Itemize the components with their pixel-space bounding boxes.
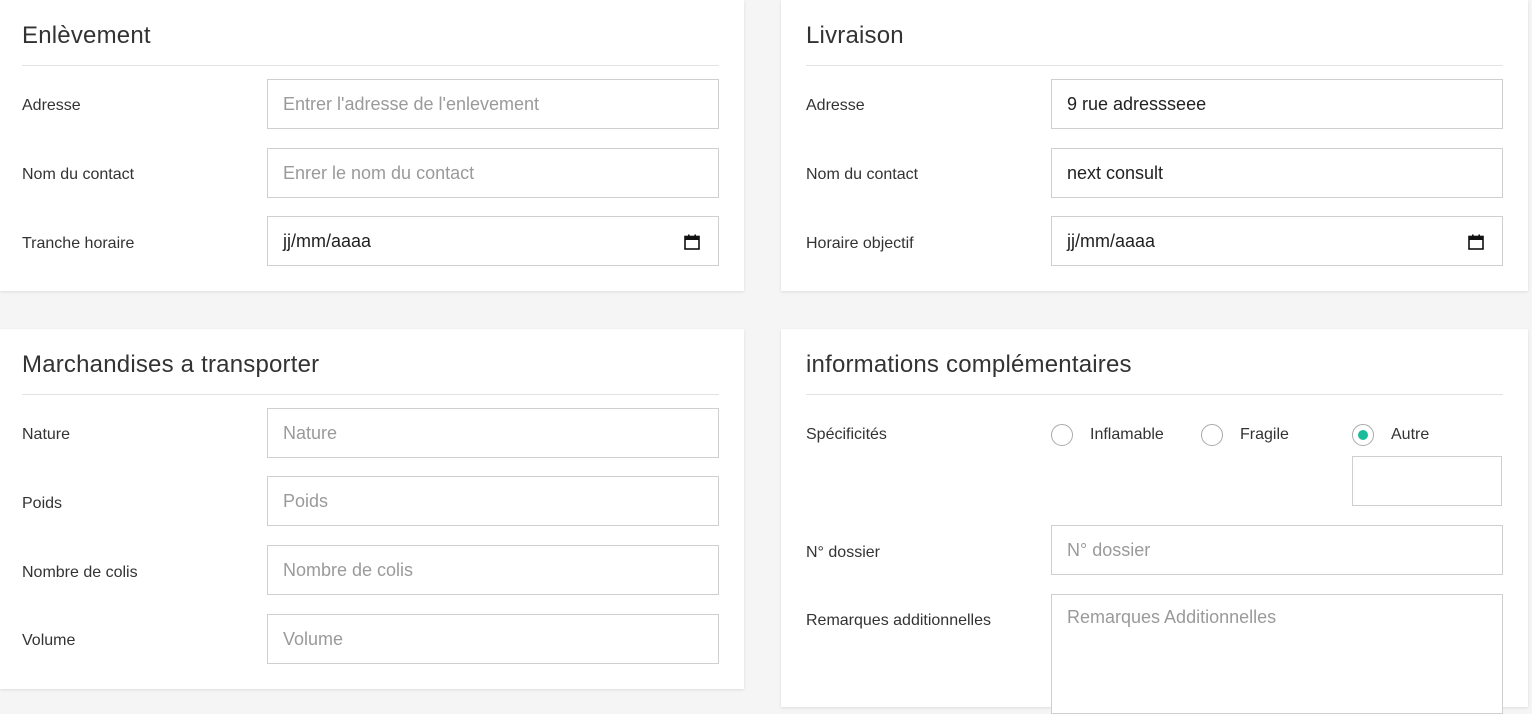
delivery-address-value: 9 rue adressseee bbox=[1067, 93, 1207, 114]
extra-divider bbox=[806, 394, 1503, 395]
calendar-icon[interactable] bbox=[1468, 234, 1484, 250]
pickup-contact-input[interactable]: Enrer le nom du contact bbox=[267, 148, 719, 198]
radio-autre-label[interactable]: Autre bbox=[1391, 426, 1429, 444]
goods-weight-placeholder: Poids bbox=[283, 490, 329, 511]
remarks-label: Remarques additionnelles bbox=[806, 612, 991, 629]
goods-weight-label: Poids bbox=[22, 495, 63, 512]
pickup-timeslot-date-input[interactable]: jj/mm/aaaa bbox=[267, 216, 719, 266]
pickup-contact-label: Nom du contact bbox=[22, 166, 135, 183]
extra-info-card: informations complémentaires Spécificité… bbox=[781, 329, 1528, 714]
pickup-title: Enlèvement bbox=[22, 22, 151, 49]
goods-weight-input[interactable]: Poids bbox=[267, 476, 719, 526]
radio-fragile-label[interactable]: Fragile bbox=[1240, 426, 1289, 444]
radio-inflamable-label[interactable]: Inflamable bbox=[1090, 426, 1164, 444]
delivery-divider bbox=[806, 65, 1503, 66]
pickup-date-placeholder: jj/mm/aaaa bbox=[283, 230, 372, 251]
goods-nature-input[interactable]: Nature bbox=[267, 408, 719, 458]
file-number-label: N° dossier bbox=[806, 544, 880, 561]
radio-fragile[interactable] bbox=[1201, 424, 1223, 446]
goods-nature-label: Nature bbox=[22, 426, 71, 443]
pickup-address-input[interactable]: Entrer l'adresse de l'enlevement bbox=[267, 79, 719, 129]
goods-volume-placeholder: Volume bbox=[283, 628, 344, 649]
calendar-icon[interactable] bbox=[684, 234, 700, 250]
delivery-contact-value: next consult bbox=[1067, 162, 1164, 183]
extra-title: informations complémentaires bbox=[806, 351, 1132, 378]
delivery-address-label: Adresse bbox=[806, 97, 865, 114]
radio-inflamable[interactable] bbox=[1051, 424, 1073, 446]
remarks-textarea[interactable]: Remarques Additionnelles bbox=[1051, 594, 1503, 714]
goods-divider bbox=[22, 394, 719, 395]
file-number-input[interactable]: N° dossier bbox=[1051, 525, 1503, 575]
goods-packages-placeholder: Nombre de colis bbox=[283, 559, 414, 580]
specifics-label: Spécificités bbox=[806, 426, 887, 443]
other-specific-input[interactable] bbox=[1352, 456, 1502, 506]
pickup-contact-placeholder: Enrer le nom du contact bbox=[283, 162, 475, 183]
remarks-placeholder: Remarques Additionnelles bbox=[1067, 607, 1277, 627]
pickup-divider bbox=[22, 65, 719, 66]
delivery-date-placeholder: jj/mm/aaaa bbox=[1067, 230, 1156, 251]
delivery-title: Livraison bbox=[806, 22, 904, 49]
delivery-card: Livraison Adresse 9 rue adressseee Nom d… bbox=[781, 0, 1528, 291]
pickup-card: Enlèvement Adresse Entrer l'adresse de l… bbox=[0, 0, 744, 291]
delivery-address-input[interactable]: 9 rue adressseee bbox=[1051, 79, 1503, 129]
pickup-timeslot-label: Tranche horaire bbox=[22, 235, 135, 252]
delivery-contact-label: Nom du contact bbox=[806, 166, 919, 183]
pickup-address-label: Adresse bbox=[22, 97, 81, 114]
goods-volume-input[interactable]: Volume bbox=[267, 614, 719, 664]
goods-packages-label: Nombre de colis bbox=[22, 564, 138, 581]
delivery-contact-input[interactable]: next consult bbox=[1051, 148, 1503, 198]
goods-title: Marchandises a transporter bbox=[22, 351, 320, 378]
goods-packages-input[interactable]: Nombre de colis bbox=[267, 545, 719, 595]
goods-volume-label: Volume bbox=[22, 632, 76, 649]
delivery-target-time-date-input[interactable]: jj/mm/aaaa bbox=[1051, 216, 1503, 266]
delivery-target-time-label: Horaire objectif bbox=[806, 235, 914, 252]
goods-card: Marchandises a transporter Nature Nature… bbox=[0, 329, 744, 689]
radio-autre[interactable] bbox=[1352, 424, 1374, 446]
goods-nature-placeholder: Nature bbox=[283, 422, 338, 443]
pickup-address-placeholder: Entrer l'adresse de l'enlevement bbox=[283, 93, 540, 114]
file-number-placeholder: N° dossier bbox=[1067, 539, 1151, 560]
